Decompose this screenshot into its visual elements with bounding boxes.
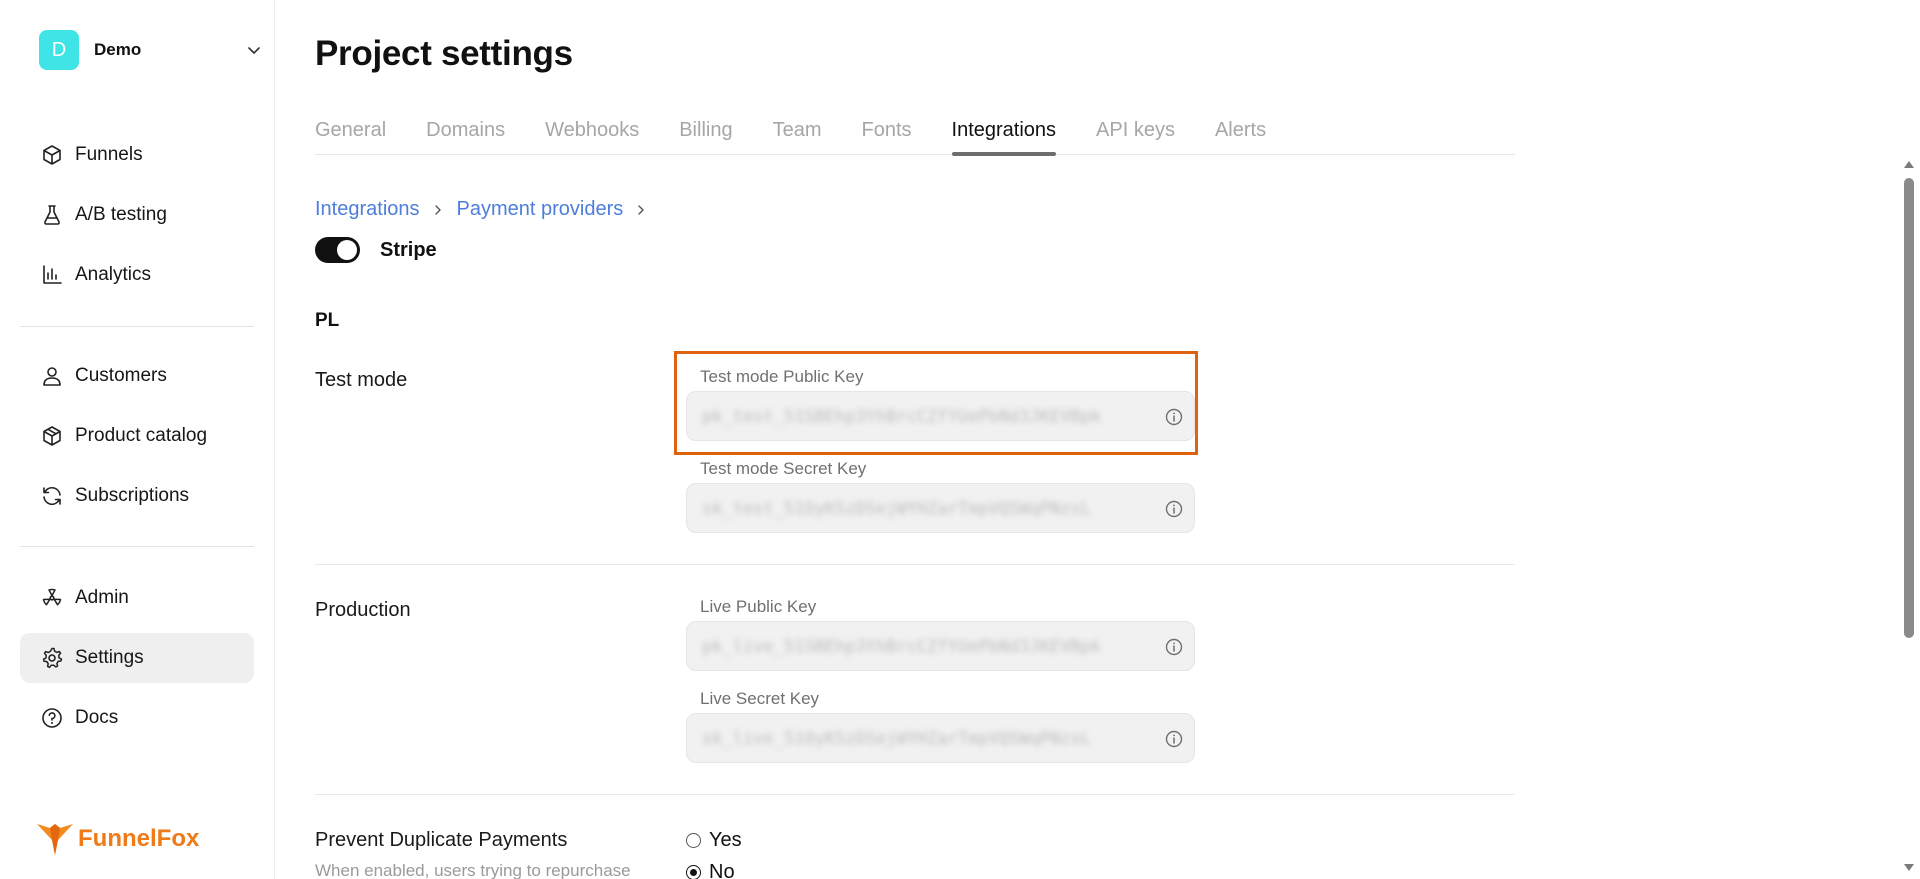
refresh-icon xyxy=(43,486,61,506)
test-secret-key-input[interactable]: sk_test_51OyKSzDSejWYHZarTmpVQSWqPNzsL xyxy=(686,483,1195,533)
sidebar-divider xyxy=(20,326,254,327)
sidebar-item-funnels[interactable]: Funnels xyxy=(20,130,254,180)
workspace-name: Demo xyxy=(94,40,142,59)
sidebar-item-label: Product catalog xyxy=(75,425,208,446)
section-divider xyxy=(315,794,1515,795)
sidebar-item-label: Settings xyxy=(75,647,144,668)
sidebar-item-label: Docs xyxy=(75,707,119,728)
brand-name: FunnelFox xyxy=(78,825,200,852)
sidebar-item-ab-testing[interactable]: A/B testing xyxy=(20,190,254,240)
nav-group-customers: Customers Product catalog Subscriptions xyxy=(20,351,254,531)
sidebar-item-label: Funnels xyxy=(75,144,143,165)
sidebar-item-label: A/B testing xyxy=(75,204,167,225)
duplicate-payments-description: When enabled, users trying to repurchase xyxy=(315,861,631,879)
toggle-knob xyxy=(337,240,357,260)
test-mode-label: Test mode xyxy=(315,369,408,391)
gear-icon xyxy=(42,647,63,669)
live-public-key-value: pk_live_51SBEhp3YhBrcCZfYUePbNd3JKEVBpk xyxy=(702,637,1102,657)
bar-chart-icon xyxy=(43,265,62,284)
scrollbar-thumb[interactable] xyxy=(1904,178,1914,638)
tab-api-keys[interactable]: API keys xyxy=(1096,110,1175,155)
info-icon[interactable] xyxy=(1164,729,1184,749)
stripe-enabled-toggle[interactable] xyxy=(315,237,360,263)
info-icon[interactable] xyxy=(1164,637,1184,657)
radio-yes[interactable]: Yes xyxy=(686,829,742,852)
info-icon[interactable] xyxy=(1164,499,1184,519)
tab-fonts[interactable]: Fonts xyxy=(861,110,911,155)
workspace-switcher[interactable]: D Demo xyxy=(39,30,270,70)
test-secret-key-value: sk_test_51OyKSzDSejWYHZarTmpVQSWqPNzsL xyxy=(702,499,1091,519)
sidebar-item-label: Admin xyxy=(75,587,129,608)
breadcrumb-integrations[interactable]: Integrations xyxy=(315,198,420,221)
sidebar-item-analytics[interactable]: Analytics xyxy=(20,250,254,300)
provider-name: Stripe xyxy=(380,239,437,261)
sidebar-item-docs[interactable]: Docs xyxy=(20,693,254,743)
radio-label-no: No xyxy=(709,861,735,879)
user-icon xyxy=(43,367,61,386)
radio-no[interactable]: No xyxy=(686,861,735,879)
sidebar-item-customers[interactable]: Customers xyxy=(20,351,254,401)
section-divider xyxy=(315,564,1515,565)
sidebar-item-product-catalog[interactable]: Product catalog xyxy=(20,411,254,461)
help-circle-icon xyxy=(42,708,62,728)
package-icon xyxy=(43,426,61,446)
chevron-right-icon xyxy=(638,204,644,215)
sidebar-item-admin[interactable]: Admin xyxy=(20,573,254,623)
funnelfox-logo-icon xyxy=(37,824,73,855)
tab-billing[interactable]: Billing xyxy=(679,110,732,155)
sidebar-item-label: Customers xyxy=(75,365,167,386)
sidebar-item-label: Subscriptions xyxy=(75,485,190,506)
radiation-icon xyxy=(42,588,62,606)
sidebar-divider xyxy=(20,546,254,547)
highlight-box xyxy=(674,351,1198,455)
tab-integrations[interactable]: Integrations xyxy=(951,110,1056,156)
live-secret-key-label: Live Secret Key xyxy=(700,689,820,708)
scroll-up-arrow-icon[interactable] xyxy=(1904,161,1914,168)
settings-tabs: General Domains Webhooks Billing Team Fo… xyxy=(315,110,1515,156)
breadcrumb-payment-providers[interactable]: Payment providers xyxy=(457,198,624,221)
page-title: Project settings xyxy=(315,34,573,73)
breadcrumb: Integrations Payment providers xyxy=(315,198,660,221)
radio-circle-yes[interactable] xyxy=(686,833,701,848)
sidebar-item-settings[interactable]: Settings xyxy=(20,633,254,683)
tab-alerts[interactable]: Alerts xyxy=(1215,110,1266,155)
scroll-down-arrow-icon[interactable] xyxy=(1904,864,1914,871)
live-secret-key-input[interactable]: sk_live_51OyKSzDSejWYHZarTmpVQSWqPNzsL xyxy=(686,713,1195,763)
box-icon xyxy=(43,145,61,165)
nav-group-admin: Admin Settings Docs xyxy=(20,573,254,753)
live-secret-key-value: sk_live_51OyKSzDSejWYHZarTmpVQSWqPNzsL xyxy=(702,729,1091,749)
chevron-down-icon xyxy=(248,47,260,54)
duplicate-payments-label: Prevent Duplicate Payments xyxy=(315,829,568,851)
tab-team[interactable]: Team xyxy=(773,110,822,155)
chevron-right-icon xyxy=(434,204,441,215)
tab-general[interactable]: General xyxy=(315,110,386,155)
test-secret-key-label: Test mode Secret Key xyxy=(700,459,867,478)
brand-logo: FunnelFox xyxy=(36,822,199,856)
main-content: Project settings General Domains Webhook… xyxy=(315,0,1515,879)
nav-group-main: Funnels A/B testing Analytics xyxy=(20,130,254,310)
radio-circle-no[interactable] xyxy=(686,865,701,879)
radio-label-yes: Yes xyxy=(709,829,742,851)
section-code: PL xyxy=(315,310,340,331)
tab-domains[interactable]: Domains xyxy=(426,110,505,155)
sidebar-item-subscriptions[interactable]: Subscriptions xyxy=(20,471,254,521)
sidebar: D Demo Funnels A/B testing Analytics Cus… xyxy=(0,0,275,879)
live-public-key-input[interactable]: pk_live_51SBEhp3YhBrcCZfYUePbNd3JKEVBpk xyxy=(686,621,1195,671)
tab-webhooks[interactable]: Webhooks xyxy=(545,110,639,155)
live-public-key-label: Live Public Key xyxy=(700,597,817,616)
workspace-avatar: D xyxy=(39,30,79,70)
sidebar-item-label: Analytics xyxy=(75,264,152,285)
production-label: Production xyxy=(315,599,411,621)
flask-icon xyxy=(44,205,60,225)
